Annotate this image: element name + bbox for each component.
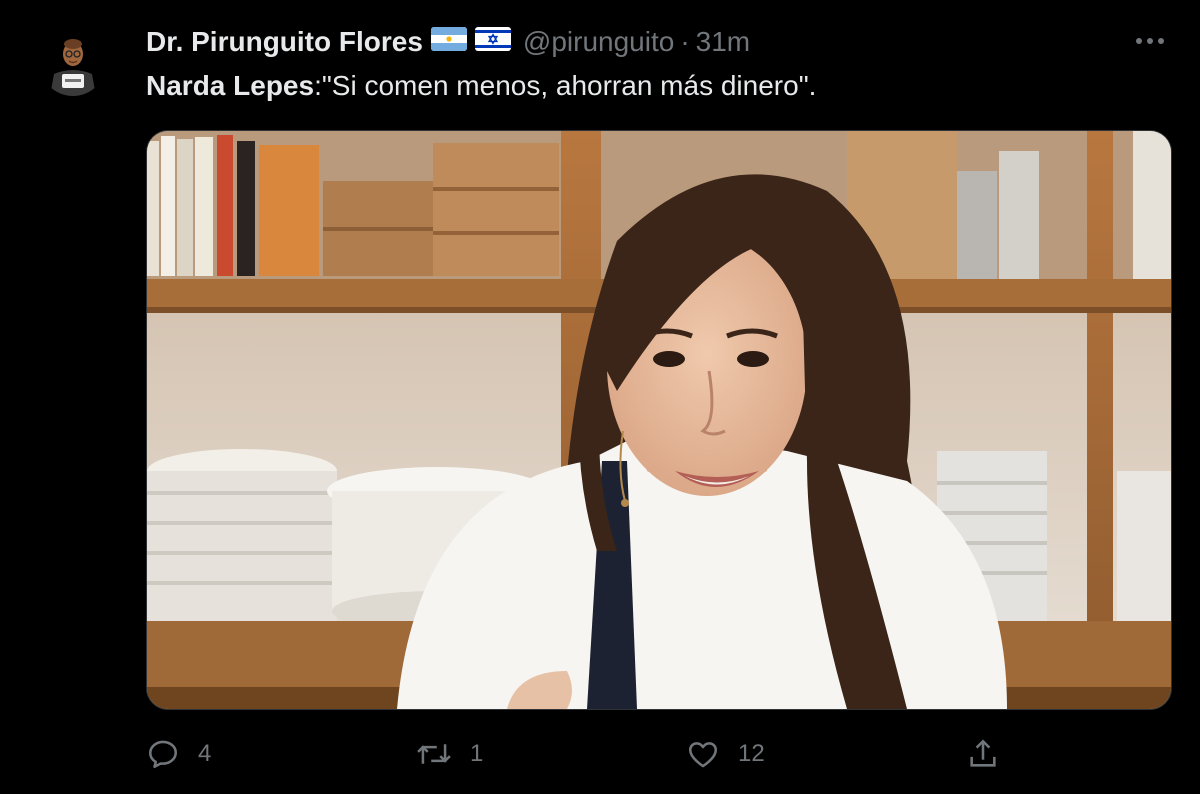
retweet-count: 1 [470, 740, 484, 767]
argentina-flag-icon [430, 26, 467, 58]
profile-avatar-icon [40, 30, 106, 96]
tweet-text: Narda Lepes:"Si comen menos, ahorran más… [146, 66, 816, 106]
quote-text: :"Si comen menos, ahorran más dinero". [314, 70, 817, 101]
tweet: Dr. Pirunguito Flores @pirunguito · 31m [0, 0, 1200, 794]
share-icon [970, 739, 996, 767]
retweet-button[interactable]: 1 [416, 734, 483, 774]
retweet-icon [417, 744, 451, 764]
tweet-actions: 4 1 12 [146, 734, 1170, 774]
more-icon [1136, 38, 1164, 44]
tweet-photo[interactable] [146, 130, 1172, 710]
woman-in-kitchen-photo [147, 131, 1171, 709]
user-handle[interactable]: @pirunguito [523, 26, 674, 58]
quoted-person-name: Narda Lepes [146, 70, 315, 101]
display-name[interactable]: Dr. Pirunguito Flores [146, 26, 423, 58]
like-count: 12 [738, 740, 765, 767]
reply-button[interactable]: 4 [146, 734, 211, 774]
reply-icon [148, 740, 178, 769]
israel-flag-icon [474, 26, 511, 58]
like-button[interactable]: 12 [686, 734, 765, 774]
more-options-button[interactable] [1130, 26, 1170, 56]
separator-dot: · [680, 26, 690, 57]
reply-count: 4 [198, 740, 212, 767]
heart-icon [688, 742, 718, 768]
tweet-header: Dr. Pirunguito Flores @pirunguito · 31m [146, 22, 750, 62]
timestamp[interactable]: 31m [696, 26, 750, 58]
share-button[interactable] [966, 734, 1000, 774]
avatar[interactable] [40, 30, 106, 96]
